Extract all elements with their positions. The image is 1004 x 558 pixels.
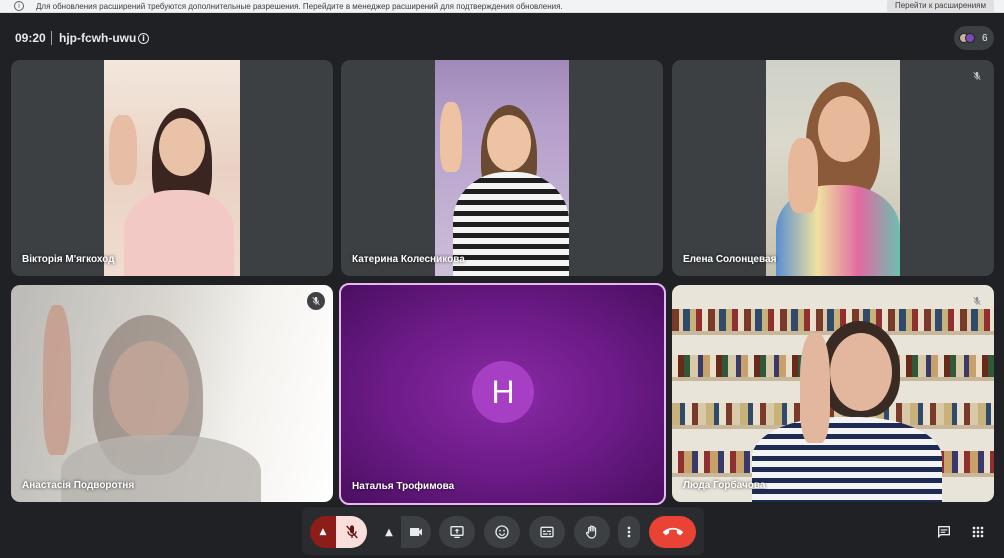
divider [51, 31, 52, 45]
camera-toggle-button[interactable] [401, 516, 431, 548]
muted-indicator [307, 292, 325, 310]
call-end-icon [662, 527, 683, 536]
avatar: H [472, 361, 534, 423]
meeting-code: hjp-fcwh-uwu [59, 31, 137, 45]
audio-options-button[interactable]: ▲ [310, 516, 336, 548]
participants-button[interactable]: 6 [954, 26, 994, 50]
participant-name: Елена Солонцевая [683, 254, 777, 265]
banner-message: Для обновления расширений требуются допо… [36, 1, 563, 11]
mic-off-icon [345, 525, 358, 539]
chat-button[interactable] [928, 516, 960, 548]
clock: 09:20 [15, 31, 46, 45]
participant-video [104, 60, 240, 276]
participant-tile[interactable]: Анастасія Подворотня [11, 285, 333, 502]
present-icon [450, 526, 464, 538]
hand-icon [585, 525, 597, 539]
call-controls-bar: ▲ ▲ [302, 507, 704, 555]
video-options-button[interactable]: ▲ [375, 516, 403, 548]
info-icon: i [14, 1, 24, 11]
participant-video [672, 285, 994, 502]
emoji-reactions-button[interactable] [484, 516, 520, 548]
participant-name: Катерина Колесникова [352, 254, 465, 265]
participant-name: Вікторія М'ягкоход [22, 254, 115, 265]
meeting-info-icon[interactable]: i [138, 33, 149, 44]
muted-indicator [968, 292, 986, 310]
activities-button[interactable] [962, 516, 994, 548]
emoji-icon [495, 525, 509, 539]
apps-grid-icon [972, 526, 984, 538]
mic-control-group: ▲ [310, 516, 367, 548]
mic-off-icon [312, 296, 320, 306]
mic-off-icon [973, 296, 981, 306]
captions-button[interactable] [529, 516, 565, 548]
participant-tile[interactable]: Люда Горбачова [672, 285, 994, 502]
participant-tile[interactable]: Вікторія М'ягкоход [11, 60, 333, 276]
participant-tile[interactable]: Елена Солонцевая [672, 60, 994, 276]
meeting-header: 09:20 hjp-fcwh-uwu i 6 [0, 26, 1004, 52]
mic-off-icon [973, 71, 981, 81]
chevron-up-icon: ▲ [319, 527, 327, 537]
muted-indicator [968, 67, 986, 85]
chat-icon [938, 526, 950, 539]
microphone-toggle-button[interactable] [336, 516, 367, 548]
participant-video [11, 285, 333, 502]
avatar [965, 33, 975, 43]
participant-name: Анастасія Подворотня [22, 480, 135, 491]
participant-tile[interactable]: Катерина Колесникова [341, 60, 663, 276]
participant-name: Наталья Трофимова [352, 481, 455, 492]
participant-video [435, 60, 569, 276]
raise-hand-button[interactable] [574, 516, 610, 548]
extension-permission-banner: i Для обновления расширений требуются до… [0, 0, 1004, 13]
go-to-extensions-button[interactable]: Перейти к расширениям [886, 0, 994, 12]
more-vert-icon [627, 526, 631, 538]
participant-name: Люда Горбачова [683, 480, 766, 491]
participant-tile-active-speaker[interactable]: H Наталья Трофимова [339, 283, 666, 505]
more-options-button[interactable] [618, 516, 640, 548]
captions-icon [540, 526, 554, 538]
camera-icon [410, 528, 422, 536]
chevron-up-icon: ▲ [385, 526, 393, 538]
participant-video [766, 60, 900, 276]
participant-count: 6 [982, 32, 988, 44]
present-screen-button[interactable] [439, 516, 475, 548]
leave-call-button[interactable] [649, 516, 696, 548]
